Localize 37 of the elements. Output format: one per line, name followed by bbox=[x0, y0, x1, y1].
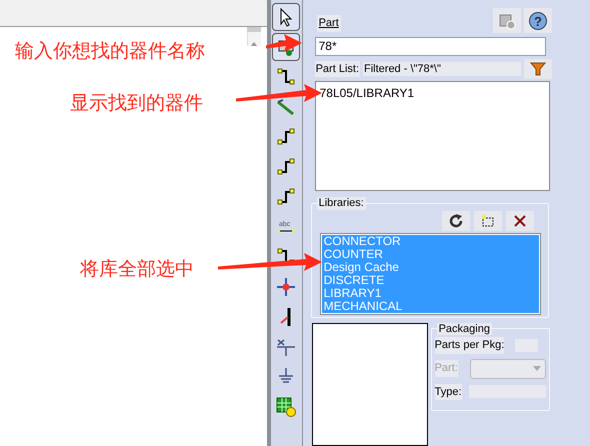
part-list-label: Part List: bbox=[314, 60, 360, 78]
scroll-thumb bbox=[247, 27, 262, 32]
tool-button[interactable] bbox=[272, 3, 300, 31]
refresh-icon bbox=[448, 212, 464, 228]
spreadsheet-icon bbox=[275, 396, 298, 418]
close-icon bbox=[512, 214, 527, 228]
refresh-button[interactable] bbox=[442, 210, 470, 230]
annotation-text: 输入你想找的器件名称 bbox=[15, 39, 205, 63]
crosshair-icon bbox=[275, 276, 298, 298]
part-select-label: Part: bbox=[434, 360, 458, 377]
library-item[interactable]: CONNECTOR bbox=[322, 234, 539, 248]
libraries-label: Libraries: bbox=[316, 196, 366, 210]
add-library-button[interactable] bbox=[474, 210, 502, 230]
library-item[interactable]: DISCRETE bbox=[322, 274, 539, 286]
annotation-text: 将库全部选中 bbox=[80, 257, 194, 281]
parts-per-pkg-label: Parts per Pkg: bbox=[434, 337, 504, 354]
new-library-icon bbox=[480, 214, 495, 228]
part-label: Part bbox=[316, 15, 341, 32]
part-field[interactable]: 78* bbox=[314, 37, 546, 56]
library-item[interactable]: LIBRARY1 bbox=[322, 286, 539, 300]
help-button[interactable]: ? bbox=[524, 8, 552, 33]
scroll-up-icon bbox=[250, 42, 258, 46]
type-label: Type: bbox=[434, 384, 462, 400]
funnel-icon bbox=[530, 62, 546, 76]
remove-library-button[interactable] bbox=[506, 210, 534, 230]
annotation-text: 显示找到的器件 bbox=[70, 91, 203, 115]
help-icon: ? bbox=[528, 10, 548, 30]
filter-button[interactable] bbox=[524, 59, 552, 79]
library-item[interactable]: Design Cache bbox=[322, 260, 539, 274]
add-part-button[interactable] bbox=[493, 8, 521, 33]
library-item[interactable]: COUNTER bbox=[322, 248, 539, 260]
part-list-item[interactable]: 78L05/LIBRARY1 bbox=[320, 84, 545, 102]
library-item[interactable]: MECHANICAL bbox=[322, 300, 539, 312]
filter-field: Filtered - \"78*\" bbox=[363, 62, 521, 76]
chip-add-icon bbox=[498, 12, 516, 30]
packaging-label: Packaging bbox=[436, 323, 492, 335]
dropdown-caret-icon bbox=[532, 366, 541, 371]
